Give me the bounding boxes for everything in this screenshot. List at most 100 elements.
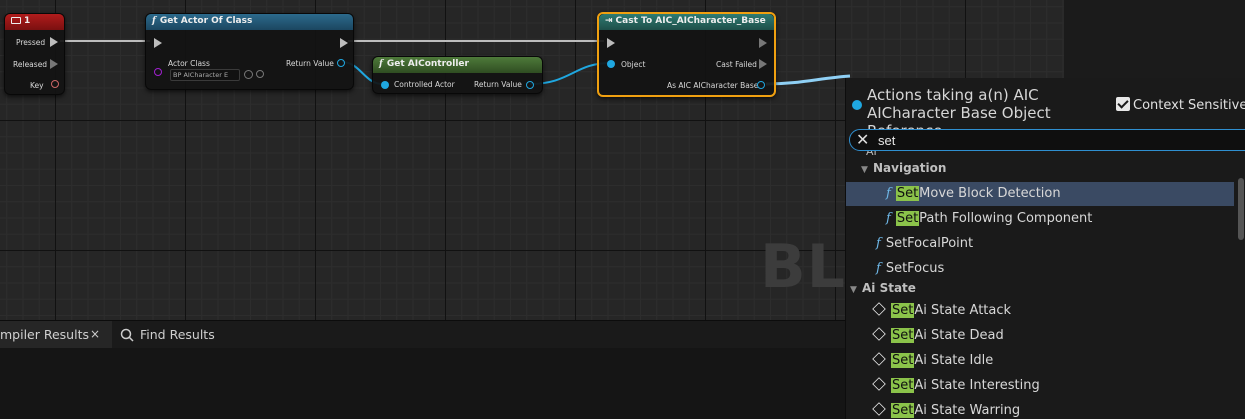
get-ai-controller-title: Get AIController: [386, 59, 469, 69]
get-actor-return-pin[interactable]: [337, 59, 345, 67]
get-actor-exec-in-pin[interactable]: [154, 38, 162, 48]
function-icon: f: [886, 186, 891, 201]
controlled-actor-label: Controlled Actor: [394, 80, 455, 89]
use-selected-icon[interactable]: [244, 70, 253, 79]
action-list-scrollbar[interactable]: [1238, 178, 1244, 240]
get-actor-of-class-node[interactable]: f Get Actor Of Class Actor Class BP AICha…: [145, 13, 354, 90]
get-actor-exec-out-pin[interactable]: [340, 38, 348, 48]
function-icon: f: [152, 16, 156, 26]
released-label: Released: [13, 60, 48, 69]
cast-failed-label: Cast Failed: [716, 60, 757, 69]
object-wire-3: [765, 74, 851, 86]
cast-exec-in-pin[interactable]: [607, 38, 615, 48]
expand-triangle-icon[interactable]: ▼: [861, 160, 873, 180]
function-icon: f: [876, 261, 881, 276]
list-item[interactable]: SetAi State Warring: [846, 399, 1234, 419]
cast-to-node[interactable]: ⇥ Cast To AIC_AICharacter_Base Object Cas…: [597, 12, 776, 97]
key-data-pin[interactable]: [51, 80, 59, 88]
tab-compiler-results-label: mpiler Results: [0, 327, 89, 342]
action-search-input[interactable]: [878, 132, 1178, 148]
list-item[interactable]: f SetFocalPoint: [846, 232, 1234, 256]
list-item-label: Ai State Warring: [914, 403, 1021, 418]
tab-find-results[interactable]: Find Results: [120, 327, 215, 342]
get-actor-of-class-header: f Get Actor Of Class: [146, 14, 353, 30]
list-item-label: Navigation: [873, 161, 947, 175]
as-aic-label: As AIC AICharacter Base: [667, 81, 759, 90]
key-event-title: 1: [24, 16, 31, 26]
search-icon: [120, 328, 134, 342]
as-aic-pin[interactable]: [757, 81, 765, 89]
list-item-label: Path Following Component: [919, 211, 1093, 226]
expand-triangle-icon[interactable]: ▼: [850, 280, 862, 300]
list-item[interactable]: f SetMove Block Detection: [846, 182, 1234, 206]
variable-set-icon: [872, 302, 886, 316]
context-sensitive-checkbox[interactable]: [1116, 97, 1130, 111]
list-item[interactable]: SetAi State Idle: [846, 349, 1234, 373]
list-item-label: Move Block Detection: [919, 186, 1061, 201]
actor-class-dropdown[interactable]: BP AICharacter E: [170, 69, 240, 81]
list-item-label: Ai State Idle: [914, 353, 994, 368]
actor-class-label: Actor Class: [168, 59, 210, 68]
pressed-label: Pressed: [16, 38, 46, 47]
cast-object-label: Object: [621, 60, 646, 69]
pressed-exec-pin[interactable]: [50, 37, 58, 47]
get-actor-return-label: Return Value: [286, 59, 334, 68]
search-match-highlight: Set: [895, 186, 920, 201]
keyboard-icon: [11, 17, 21, 24]
ai-controller-return-label: Return Value: [474, 80, 522, 89]
context-sensitive-label: Context Sensitive: [1133, 98, 1245, 113]
clear-search-icon[interactable]: ✕: [856, 130, 869, 150]
list-item[interactable]: f SetPath Following Component: [846, 207, 1234, 231]
list-item-label: Ai State: [862, 281, 916, 295]
variable-set-icon: [872, 327, 886, 341]
search-match-highlight: Set: [891, 303, 915, 318]
key-label: Key: [30, 81, 44, 90]
get-ai-controller-header: f Get AIController: [373, 57, 542, 73]
key-event-node[interactable]: 1 Pressed Released Key: [4, 13, 65, 95]
search-match-highlight: Set: [891, 328, 915, 343]
list-item-label: Ai State Attack: [914, 303, 1012, 318]
action-search-box[interactable]: ✕: [849, 129, 1245, 151]
cast-object-pin[interactable]: [607, 60, 615, 68]
variable-set-icon: [872, 352, 886, 366]
action-menu[interactable]: Actions taking a(n) AIC AICharacter Base…: [845, 78, 1245, 419]
get-ai-controller-node[interactable]: f Get AIController Controlled Actor Retur…: [372, 56, 543, 94]
variable-set-icon: [872, 402, 886, 416]
context-sensitive-toggle[interactable]: Context Sensitive▶: [1116, 97, 1245, 113]
tab-find-results-label: Find Results: [140, 327, 215, 342]
cast-to-header: ⇥ Cast To AIC_AICharacter_Base: [599, 14, 774, 30]
cut-category-label: AI: [866, 151, 878, 155]
list-item-label: SetFocalPoint: [885, 236, 974, 251]
list-category[interactable]: ▼ Navigation: [846, 158, 1234, 182]
cast-to-title: Cast To AIC_AICharacter_Base: [615, 16, 766, 26]
list-item-label: Ai State Interesting: [914, 378, 1040, 393]
list-item-label: SetFocus: [885, 261, 945, 276]
close-icon[interactable]: ×: [90, 327, 100, 341]
function-icon: f: [379, 59, 383, 69]
results-panel: [0, 348, 845, 419]
key-event-header: 1: [5, 14, 64, 30]
search-match-highlight: Set: [891, 353, 915, 368]
bottom-tab-bar: mpiler Results × Find Results: [0, 320, 845, 349]
function-icon: f: [876, 236, 881, 251]
get-actor-of-class-title: Get Actor Of Class: [159, 16, 253, 26]
search-match-highlight: Set: [891, 403, 915, 418]
actor-class-pin[interactable]: [154, 68, 162, 76]
released-exec-pin[interactable]: [50, 59, 58, 69]
controlled-actor-pin[interactable]: [381, 81, 389, 89]
list-item[interactable]: SetAi State Attack: [846, 299, 1234, 323]
list-item[interactable]: SetAi State Interesting: [846, 374, 1234, 398]
cast-exec-out-pin[interactable]: [759, 38, 767, 48]
ai-controller-return-pin[interactable]: [526, 81, 534, 89]
object-reference-icon: [852, 100, 862, 110]
cast-icon: ⇥: [605, 16, 613, 26]
list-item-label: Ai State Dead: [914, 328, 1004, 343]
tab-compiler-results[interactable]: mpiler Results ×: [0, 321, 112, 349]
cast-failed-pin[interactable]: [759, 59, 767, 69]
function-icon: f: [886, 211, 891, 226]
search-match-highlight: Set: [895, 211, 920, 226]
list-item[interactable]: SetAi State Dead: [846, 324, 1234, 348]
variable-set-icon: [872, 377, 886, 391]
browse-icon[interactable]: [256, 70, 264, 78]
search-match-highlight: Set: [891, 378, 915, 393]
